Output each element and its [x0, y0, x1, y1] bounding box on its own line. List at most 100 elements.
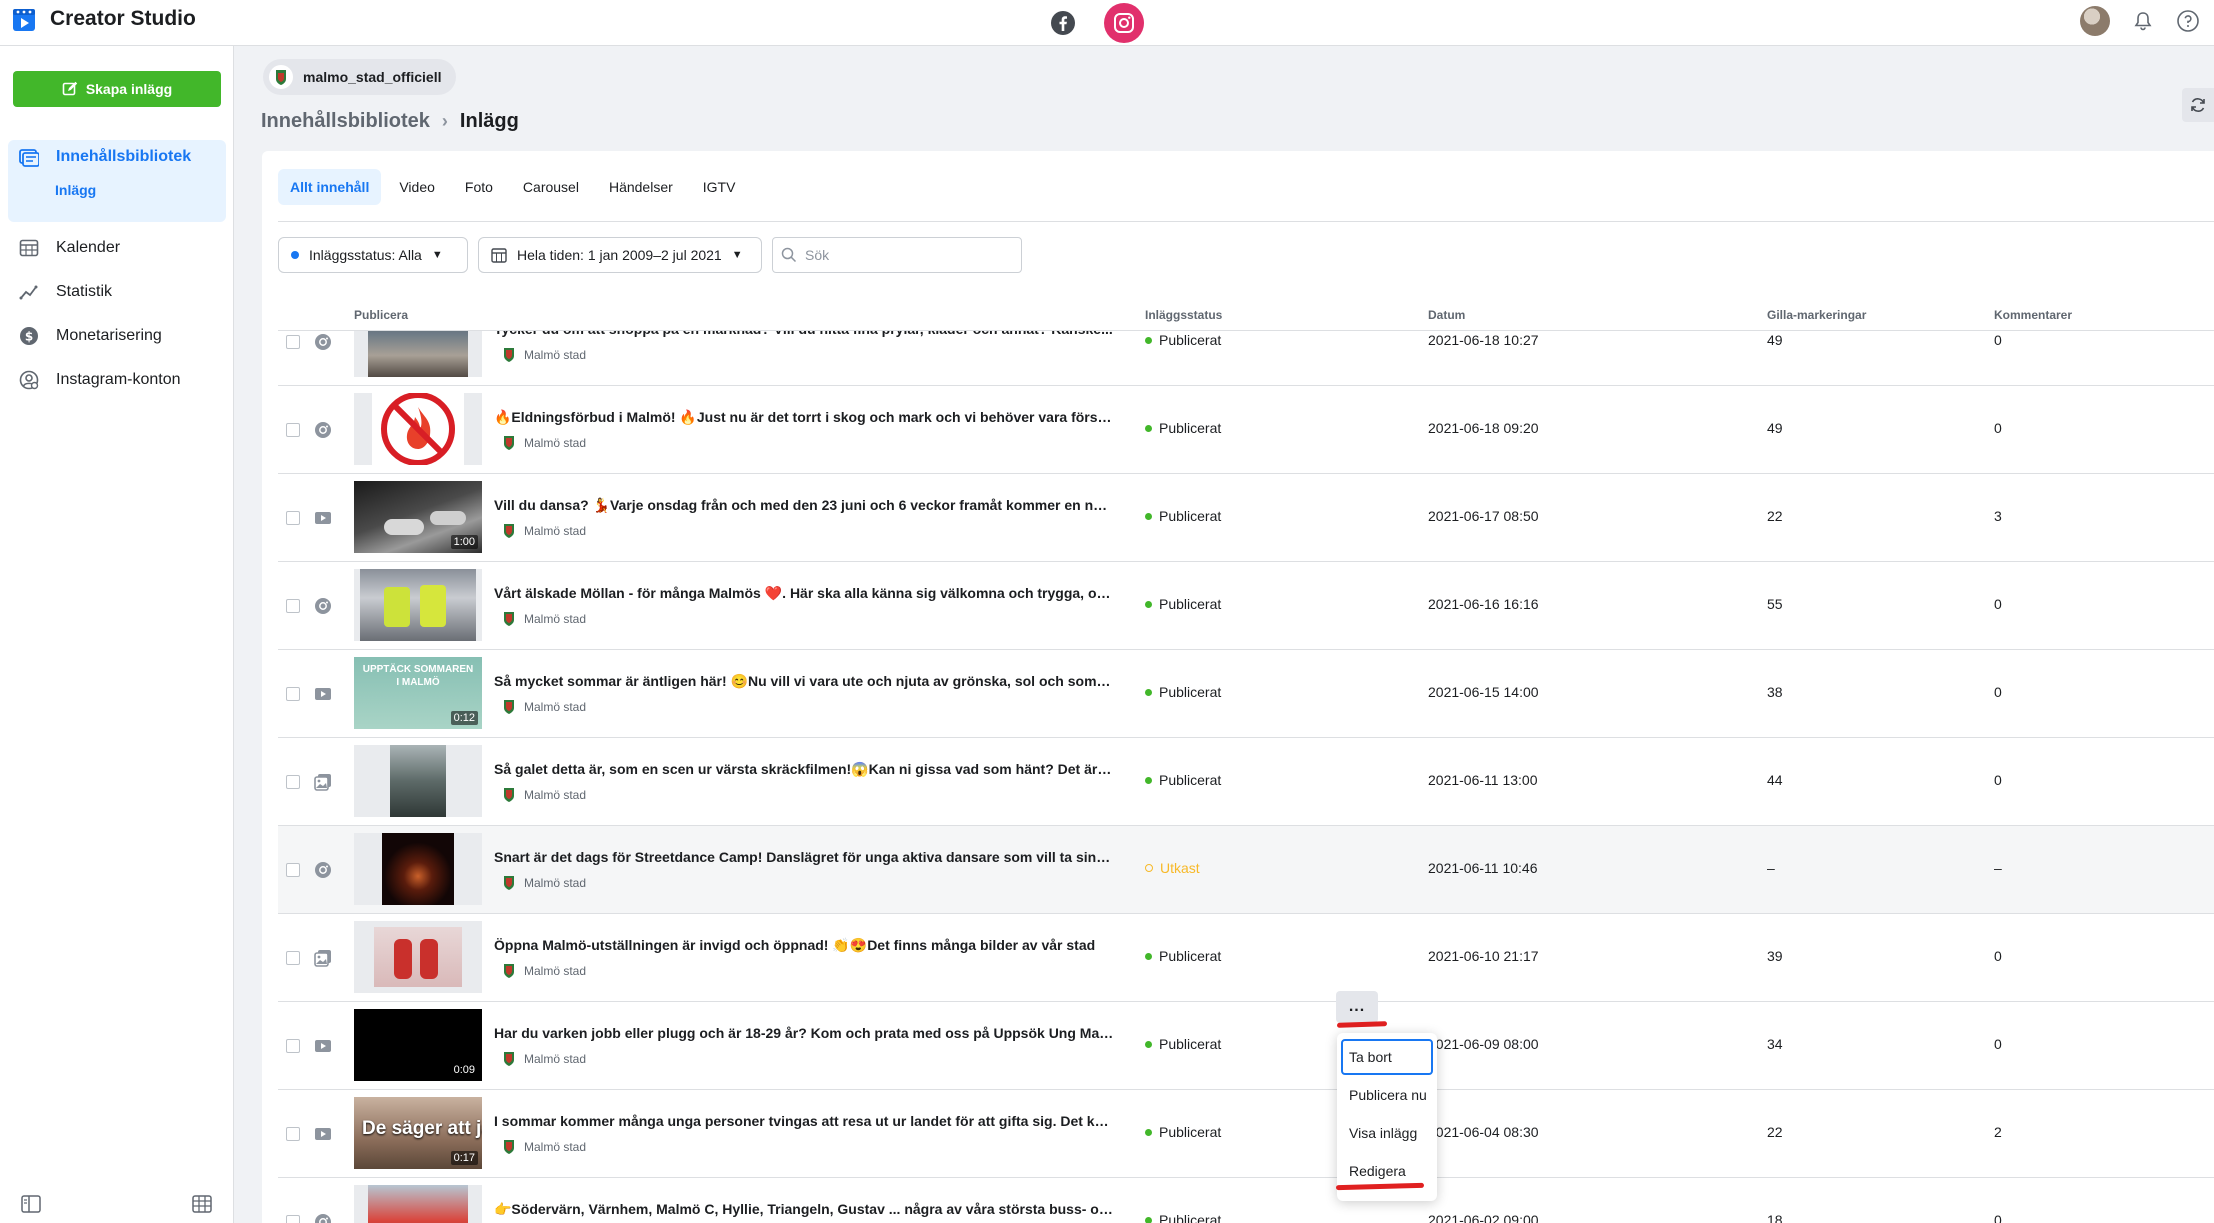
- row-checkbox[interactable]: [286, 951, 300, 965]
- post-author: Malmö stad: [504, 788, 586, 802]
- instagram-platform-button[interactable]: [1104, 3, 1144, 43]
- row-checkbox[interactable]: [286, 1215, 300, 1223]
- calendar-icon: [18, 237, 40, 259]
- sidebar-item-content-library[interactable]: Innehållsbibliotek: [18, 146, 191, 168]
- published-status-icon: [1145, 776, 1152, 784]
- comment-count: 0: [1994, 684, 2002, 700]
- post-thumbnail[interactable]: [354, 1185, 482, 1223]
- post-thumbnail[interactable]: 0:09: [354, 1009, 482, 1081]
- sidebar-item-label: Kalender: [56, 239, 121, 256]
- sidebar-item-instagram-accounts[interactable]: Instagram-konton: [18, 369, 181, 391]
- avatar[interactable]: [2080, 6, 2110, 36]
- post-thumbnail[interactable]: [354, 745, 482, 817]
- menu-item-view-post[interactable]: Visa inlägg: [1341, 1115, 1433, 1151]
- table-row[interactable]: 1:00 Vill du dansa? 💃Varje onsdag från oc…: [278, 474, 2214, 562]
- author-name: Malmö stad: [524, 788, 587, 802]
- column-likes[interactable]: Gilla-markeringar: [1767, 308, 1866, 322]
- post-caption[interactable]: 👉Södervärn, Värnhem, Malmö C, Hyllie, Tr…: [494, 1201, 1114, 1218]
- row-checkbox[interactable]: [286, 335, 300, 349]
- sidebar-item-insights[interactable]: Statistik: [18, 281, 112, 303]
- post-thumbnail[interactable]: UPPTÄCK SOMMAREN I MALMÖ 0:12: [354, 657, 482, 729]
- create-post-button[interactable]: Skapa inlägg: [13, 71, 221, 107]
- brand[interactable]: Creator Studio: [12, 6, 196, 32]
- post-caption[interactable]: Har du varken jobb eller plugg och är 18…: [494, 1025, 1114, 1041]
- table-row[interactable]: Tycker du om att shoppa på en marknad? V…: [278, 331, 2214, 386]
- accounts-icon: [18, 369, 40, 391]
- menu-item-delete[interactable]: Ta bort: [1341, 1039, 1433, 1075]
- help-icon[interactable]: [2176, 9, 2200, 33]
- post-thumbnail[interactable]: 1:00: [354, 481, 482, 553]
- table-row[interactable]: 👉Södervärn, Värnhem, Malmö C, Hyllie, Tr…: [278, 1178, 2214, 1223]
- post-caption[interactable]: Så galet detta är, som en scen ur värsta…: [494, 761, 1114, 778]
- tab-photo[interactable]: Foto: [453, 169, 505, 205]
- table-row[interactable]: Snart är det dags för Streetdance Camp! …: [278, 826, 2214, 914]
- status-cell: Publicerat: [1145, 332, 1221, 348]
- row-checkbox[interactable]: [286, 1127, 300, 1141]
- top-right-controls: [2080, 6, 2200, 36]
- account-selector[interactable]: malmo_stad_officiell: [263, 59, 456, 95]
- post-thumbnail[interactable]: De säger att jag ska 0:17: [354, 1097, 482, 1169]
- row-checkbox[interactable]: [286, 423, 300, 437]
- post-caption[interactable]: Vill du dansa? 💃Varje onsdag från och me…: [494, 497, 1114, 514]
- table-row[interactable]: UPPTÄCK SOMMAREN I MALMÖ 0:12 Så mycket so…: [278, 650, 2214, 738]
- menu-item-publish-now[interactable]: Publicera nu: [1341, 1077, 1433, 1113]
- table-row[interactable]: Öppna Malmö-utställningen är invigd och …: [278, 914, 2214, 1002]
- refresh-button[interactable]: [2182, 88, 2214, 122]
- video-type-icon: [314, 1037, 332, 1055]
- post-thumbnail[interactable]: [354, 921, 482, 993]
- post-caption[interactable]: I sommar kommer många unga personer tvin…: [494, 1113, 1114, 1129]
- breadcrumb-root[interactable]: Innehållsbibliotek: [261, 110, 430, 133]
- facebook-platform-button[interactable]: [1043, 3, 1083, 43]
- row-checkbox[interactable]: [286, 687, 300, 701]
- table-row[interactable]: Så galet detta är, som en scen ur värsta…: [278, 738, 2214, 826]
- post-caption[interactable]: Snart är det dags för Streetdance Camp! …: [494, 849, 1114, 865]
- column-date[interactable]: Datum: [1428, 308, 1465, 322]
- status-text: Publicerat: [1159, 596, 1222, 612]
- row-checkbox[interactable]: [286, 1039, 300, 1053]
- row-checkbox[interactable]: [286, 511, 300, 525]
- date-filter[interactable]: Hela tiden: 1 jan 2009–2 jul 2021 ▼: [478, 237, 762, 273]
- status-text: Publicerat: [1159, 684, 1222, 700]
- tab-carousel[interactable]: Carousel: [511, 169, 591, 205]
- post-caption[interactable]: Tycker du om att shoppa på en marknad? V…: [494, 331, 1114, 337]
- tab-igtv[interactable]: IGTV: [691, 169, 748, 205]
- row-checkbox[interactable]: [286, 599, 300, 613]
- column-comments[interactable]: Kommentarer: [1994, 308, 2072, 322]
- tab-events[interactable]: Händelser: [597, 169, 685, 205]
- table-row[interactable]: De säger att jag ska 0:17 I sommar kommer …: [278, 1090, 2214, 1178]
- post-thumbnail[interactable]: [354, 569, 482, 641]
- tab-all-content[interactable]: Allt innehåll: [278, 169, 382, 205]
- sidebar-item-calendar[interactable]: Kalender: [18, 237, 120, 259]
- post-thumbnail[interactable]: [354, 833, 482, 905]
- search-box[interactable]: [772, 237, 1022, 273]
- thumbnail-overlay-text: UPPTÄCK SOMMAREN I MALMÖ: [362, 664, 474, 688]
- post-caption[interactable]: Vårt älskade Möllan - för många Malmös ❤…: [494, 585, 1114, 602]
- bell-icon[interactable]: [2132, 10, 2154, 32]
- post-thumbnail[interactable]: [354, 331, 482, 377]
- video-duration: 1:00: [450, 535, 478, 549]
- table-row[interactable]: Vårt älskade Möllan - för många Malmös ❤…: [278, 562, 2214, 650]
- photo-type-icon: [314, 861, 332, 879]
- tab-video[interactable]: Video: [387, 169, 447, 205]
- post-caption[interactable]: Så mycket sommar är äntligen här! 😊Nu vi…: [494, 673, 1114, 690]
- column-status[interactable]: Inläggsstatus: [1145, 308, 1222, 322]
- search-input[interactable]: [805, 247, 1005, 263]
- svg-text:$: $: [25, 330, 33, 344]
- table-view-icon[interactable]: [191, 1193, 213, 1215]
- post-thumbnail[interactable]: [354, 393, 482, 465]
- collapse-sidebar-icon[interactable]: [20, 1193, 42, 1215]
- content-tabs: Allt innehåll Video Foto Carousel Händel…: [278, 169, 747, 205]
- row-checkbox[interactable]: [286, 775, 300, 789]
- more-options-button[interactable]: ...: [1336, 991, 1378, 1023]
- post-caption[interactable]: 🔥Eldningsförbud i Malmö! 🔥Just nu är det…: [494, 409, 1114, 426]
- post-caption[interactable]: Öppna Malmö-utställningen är invigd och …: [494, 937, 1114, 954]
- sidebar-item-monetization[interactable]: $ Monetarisering: [18, 325, 162, 347]
- column-publish[interactable]: Publicera: [354, 308, 408, 322]
- status-filter[interactable]: Inläggsstatus: Alla ▼: [278, 237, 468, 273]
- table-row[interactable]: 0:09 Har du varken jobb eller plugg och ä…: [278, 1002, 2214, 1090]
- carousel-type-icon: [314, 773, 332, 791]
- post-author: Malmö stad: [504, 612, 586, 626]
- sidebar-subitem-posts[interactable]: Inlägg: [55, 182, 96, 198]
- table-row[interactable]: 🔥Eldningsförbud i Malmö! 🔥Just nu är det…: [278, 386, 2214, 474]
- row-checkbox[interactable]: [286, 863, 300, 877]
